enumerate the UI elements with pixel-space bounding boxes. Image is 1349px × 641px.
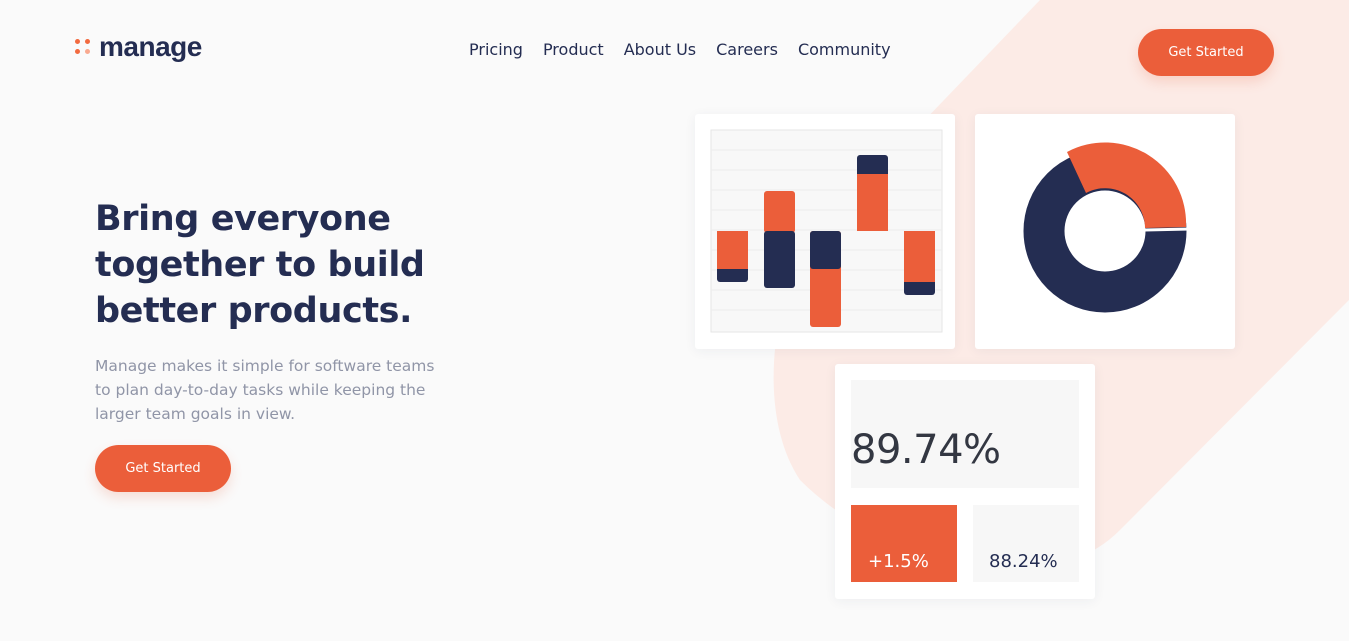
logo-text: manage (99, 31, 202, 62)
stats-card: 89.74% +1.5% 88.24% (835, 364, 1095, 599)
bar-1-orange (717, 231, 748, 269)
main-nav: Pricing Product About Us Careers Communi… (469, 40, 911, 60)
bar-2-orange (764, 191, 795, 233)
logo-mark-icon (75, 39, 91, 55)
logo[interactable]: manage (75, 33, 202, 61)
bar-chart-illustration (710, 129, 943, 333)
bar-4-orange (857, 174, 888, 231)
stat-change-value: +1.5% (868, 551, 929, 572)
nav-link-careers[interactable]: Careers (716, 40, 778, 60)
hero-title: Bring everyone together to build better … (95, 199, 425, 331)
stat-main-value: 89.74% (851, 427, 1001, 473)
donut-chart-card (975, 114, 1235, 349)
bar-chart-card (695, 114, 955, 349)
bar-3-navy (810, 231, 841, 269)
stat-secondary-panel: 88.24% (973, 505, 1079, 582)
nav-link-product[interactable]: Product (543, 40, 604, 60)
hero-get-started-button[interactable]: Get Started (95, 445, 231, 492)
stat-change-panel: +1.5% (851, 505, 957, 582)
nav-link-pricing[interactable]: Pricing (469, 40, 523, 60)
header-get-started-button[interactable]: Get Started (1138, 29, 1274, 76)
bar-2-navy (764, 231, 795, 288)
bar-5-orange (904, 231, 935, 282)
hero-description: Manage makes it simple for software team… (95, 357, 435, 423)
donut-chart-illustration (1023, 142, 1191, 313)
donut-orange-segment (1067, 142, 1187, 228)
nav-link-about-us[interactable]: About Us (624, 40, 696, 60)
nav-link-community[interactable]: Community (798, 40, 891, 60)
stat-secondary-value: 88.24% (989, 551, 1058, 572)
